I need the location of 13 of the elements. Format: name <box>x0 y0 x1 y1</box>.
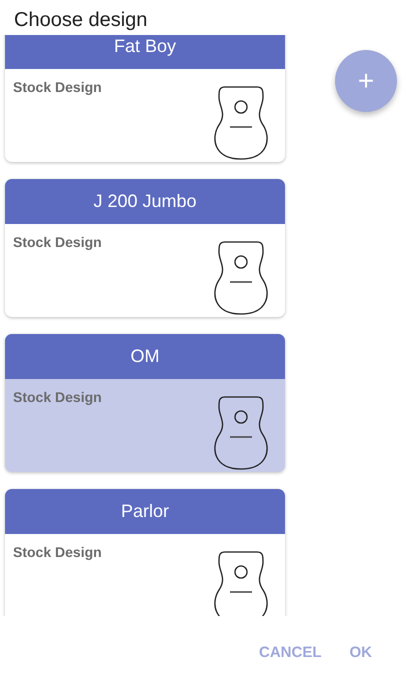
design-type: Stock Design <box>13 544 102 562</box>
dialog-title: Choose design <box>13 8 148 33</box>
design-name: OM <box>5 334 285 379</box>
design-name: Fat Boy <box>5 35 285 69</box>
design-type: Stock Design <box>13 79 102 97</box>
design-name: J 200 Jumbo <box>5 179 285 224</box>
design-name: Parlor <box>5 489 285 534</box>
design-card[interactable]: OM Stock Design <box>5 334 285 472</box>
design-card[interactable]: Fat Boy Stock Design <box>5 35 285 162</box>
design-type: Stock Design <box>13 234 102 252</box>
design-type: Stock Design <box>13 389 102 407</box>
design-card[interactable]: J 200 Jumbo Stock Design <box>5 179 285 317</box>
design-card[interactable]: Parlor Stock Design <box>5 489 285 616</box>
